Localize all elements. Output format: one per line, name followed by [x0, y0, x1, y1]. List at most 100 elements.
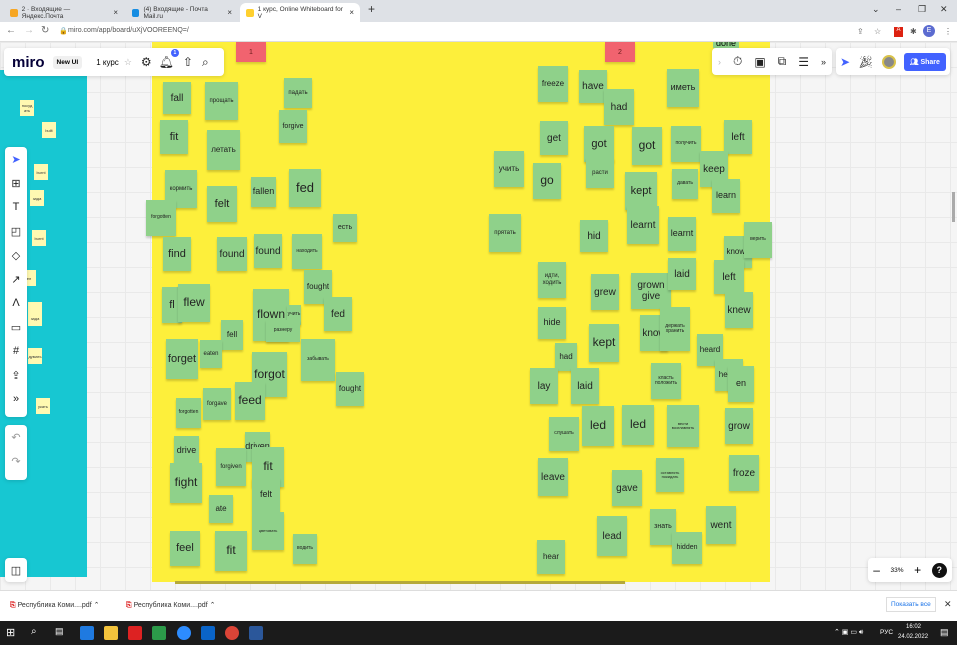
sticky-note[interactable]: go: [533, 163, 561, 199]
horizontal-scrollbar[interactable]: [175, 581, 625, 584]
celebrate-icon[interactable]: 🎉︎: [858, 55, 873, 69]
sticky-note[interactable]: давать: [672, 169, 698, 199]
sticky-note[interactable]: learnt: [668, 217, 696, 251]
mini-sticky-note[interactable]: укать: [36, 398, 50, 414]
miro-logo[interactable]: miro: [12, 54, 45, 71]
sticky-note[interactable]: laid: [668, 258, 696, 290]
sticky-note[interactable]: идти, ходить: [538, 262, 566, 298]
sticky-note[interactable]: forgotten: [146, 200, 176, 236]
settings-gear-icon[interactable]: ⚙: [141, 55, 152, 69]
sticky-note[interactable]: kept: [589, 324, 619, 362]
show-all-button[interactable]: Показать все: [886, 597, 936, 612]
maximize-button[interactable]: ❐: [918, 4, 926, 15]
sticky-note[interactable]: цветовать: [252, 512, 284, 550]
sticky-note[interactable]: kept: [625, 172, 657, 210]
sticky-note[interactable]: fallen: [251, 177, 276, 207]
explorer-icon[interactable]: [104, 626, 118, 640]
mini-sticky-note[interactable]: зада: [28, 310, 42, 326]
presentation-icon[interactable]: ⧉: [778, 54, 787, 69]
url-input[interactable]: miro.com/app/board/uXjVOOREENQ=/: [68, 27, 189, 34]
sticky-note[interactable]: feed: [235, 382, 265, 420]
clock-time[interactable]: 16:02: [906, 624, 921, 630]
pdf-extension-icon[interactable]: A: [894, 27, 903, 37]
sticky-note[interactable]: learnt: [627, 206, 659, 244]
templates-icon[interactable]: ⊞: [11, 171, 20, 195]
sticky-note[interactable]: находить: [292, 234, 322, 269]
sticky-note[interactable]: учить: [494, 151, 524, 187]
tab-miro[interactable]: 1 курс, Online Whiteboard for V ×: [240, 3, 360, 22]
menu-icon[interactable]: ⋮: [944, 27, 952, 36]
sticky-note[interactable]: froze: [729, 455, 759, 491]
sticky-note[interactable]: вести возглавлять: [667, 405, 699, 447]
sticky-note[interactable]: забывать: [301, 339, 335, 381]
sticky-note[interactable]: get: [540, 121, 568, 155]
upload-tool-icon[interactable]: ⇪: [11, 363, 20, 387]
close-icon[interactable]: ×: [349, 8, 354, 17]
chevron-up-icon[interactable]: ⌃: [94, 602, 100, 609]
close-downloads-icon[interactable]: ✕: [944, 599, 952, 610]
reload-icon[interactable]: ↻: [41, 25, 49, 36]
sticky-note[interactable]: ate: [209, 495, 233, 523]
word-icon[interactable]: [249, 626, 263, 640]
more-chevrons-icon[interactable]: »: [821, 57, 826, 67]
sticky-note[interactable]: got: [584, 126, 614, 162]
bookmark-star-icon[interactable]: ☆: [874, 27, 881, 36]
whiteboard-canvas[interactable]: fall прощать падать forgive fit летать кормить…: [0, 42, 957, 590]
sticky-note[interactable]: had: [604, 89, 634, 125]
sticky-note[interactable]: hidden: [672, 532, 702, 564]
undo-icon[interactable]: ↶: [11, 425, 20, 449]
sticky-note[interactable]: fall: [163, 82, 191, 114]
timer-icon[interactable]: ⏱: [733, 54, 742, 69]
sticky-note[interactable]: found: [217, 237, 247, 271]
acrobat-icon[interactable]: [128, 626, 142, 640]
sticky-note[interactable]: forgotten: [176, 398, 201, 428]
app-icon[interactable]: [152, 626, 166, 640]
sticky-note[interactable]: расти: [586, 158, 614, 188]
sticky-note-icon[interactable]: ▣: [754, 55, 765, 69]
sticky-note[interactable]: feel: [170, 531, 200, 566]
more-tools-icon[interactable]: »: [13, 387, 19, 411]
sticky-note[interactable]: grow: [725, 408, 753, 444]
sticky-note[interactable]: forgive: [279, 110, 307, 143]
language-indicator[interactable]: РУС: [880, 629, 893, 636]
frame-label-sticky[interactable]: 2: [605, 42, 635, 62]
mini-sticky-note[interactable]: посуд ать: [20, 100, 34, 116]
sticky-note[interactable]: freeze: [538, 66, 568, 102]
help-button[interactable]: ?: [931, 562, 947, 578]
zoom-out-button[interactable]: –: [873, 563, 880, 577]
upload-icon[interactable]: ⇧: [183, 55, 193, 69]
download-item[interactable]: ⎘ Республика Коми....pdf ⌃: [126, 601, 215, 610]
board-panel-toggle[interactable]: ◫: [5, 558, 27, 582]
sticky-note[interactable]: fed: [324, 297, 352, 331]
sticky-note[interactable]: прощать: [205, 82, 238, 120]
sticky-note[interactable]: fit: [160, 120, 188, 154]
zoom-app-icon[interactable]: [177, 626, 191, 640]
connector-line-icon[interactable]: ↗: [11, 267, 20, 291]
sticky-note[interactable]: en: [728, 366, 754, 402]
text-tool-icon[interactable]: T: [13, 195, 20, 219]
sticky-note[interactable]: водить: [293, 534, 317, 564]
sticky-note[interactable]: lay: [530, 368, 558, 404]
notifications-icon[interactable]: ▤: [940, 627, 949, 638]
edge-icon[interactable]: [80, 626, 94, 640]
share-page-icon[interactable]: ⇪: [857, 27, 864, 36]
select-cursor-icon[interactable]: ➤: [11, 147, 20, 171]
sticky-note[interactable]: drive: [174, 436, 199, 466]
sticky-note[interactable]: eaten: [200, 340, 222, 368]
user-avatar[interactable]: [881, 54, 896, 69]
sticky-note[interactable]: gave: [612, 470, 642, 506]
back-icon[interactable]: ←: [6, 25, 16, 36]
sticky-note[interactable]: forgave: [203, 388, 231, 420]
tab-search-icon[interactable]: ⌄: [872, 4, 880, 15]
download-item[interactable]: ⎘ Республика Коми....pdf ⌃: [10, 601, 99, 610]
mini-sticky-note[interactable]: зада: [30, 190, 44, 206]
clock-date[interactable]: 24.02.2022: [898, 634, 928, 640]
sticky-note[interactable]: felt: [207, 186, 237, 222]
pen-icon[interactable]: Ʌ: [12, 291, 19, 315]
chevron-right-icon[interactable]: ›: [718, 57, 721, 67]
sticky-note[interactable]: knew: [725, 292, 753, 328]
sticky-note[interactable]: felt: [252, 478, 280, 512]
cursor-icon[interactable]: ➤: [840, 55, 850, 69]
sticky-note[interactable]: left: [714, 260, 744, 294]
sticky-note[interactable]: forget: [166, 339, 198, 379]
